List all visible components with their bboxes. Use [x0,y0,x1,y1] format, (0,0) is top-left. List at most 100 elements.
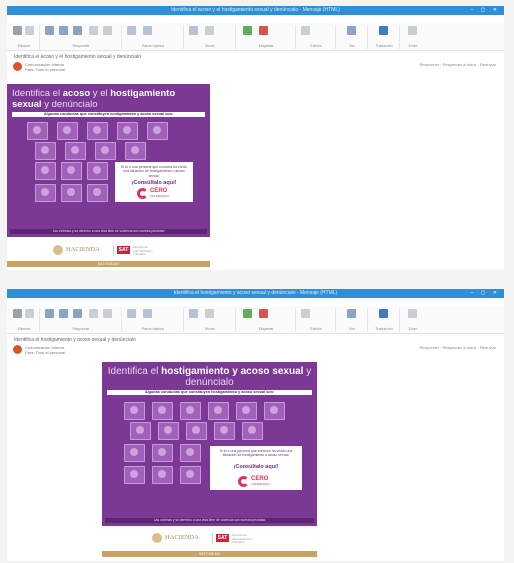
poster-subtitle: Algunas conductas que constituyen hostig… [12,112,205,117]
ribbon-label: Traducción [375,44,393,48]
ribbon-group-translate[interactable]: Traducción [369,308,400,332]
conduct-tile [208,402,229,420]
logos-strip: HACIENDA SAT Servicio de Administración … [53,244,171,257]
logos-strip: HACIENDA SAT Servicio de Administración … [152,532,270,545]
poster-footer: Las víctimas y su derecho a una vida lib… [10,229,207,234]
ribbon-group-quicksteps[interactable]: Pasos rápidos [123,25,184,49]
conduct-tile [264,402,285,420]
header-actions[interactable]: Responder · Responder a todos · Reenviar [420,345,497,350]
zoom-icon[interactable] [408,309,417,318]
move-icon[interactable] [189,309,198,318]
find-icon[interactable] [301,309,310,318]
email-subject: Identifica el acoso y el hostigamiento s… [14,54,142,60]
ribbon-label: Mover [205,327,215,331]
recipient-line: Para: Todo el personal [25,67,65,72]
translate-icon[interactable] [379,26,388,35]
conduct-tile [147,122,168,140]
ribbon-group-tags[interactable]: Etiquetas [237,25,296,49]
hacienda-emblem-icon [53,245,63,255]
find-icon[interactable] [301,26,310,35]
quickstep-icon[interactable] [143,26,152,35]
delete-icon[interactable] [13,309,22,318]
divider [212,533,213,544]
delete-icon[interactable] [13,26,22,35]
window-controls[interactable]: – ▢ ✕ [471,6,500,15]
categorize-icon[interactable] [243,309,252,318]
archive-icon[interactable] [25,26,34,35]
conduct-tile [152,466,173,484]
ribbon-group-voice[interactable]: Voz [337,308,368,332]
conduct-tile [124,402,145,420]
consult-link[interactable]: ¡Consúltalo aquí! [210,464,302,470]
conduct-tile [125,142,146,160]
ribbon-group-tags[interactable]: Etiquetas [237,308,296,332]
recipient-line: Para: Todo el personal [25,350,65,355]
hacienda-logo: HACIENDA [165,534,199,541]
callout-text: Si tú o una persona que conoces ha vivid… [219,449,293,458]
email-subject: Identifica el hostigamiento y acoso sexu… [14,337,136,343]
reply-icon[interactable] [45,309,54,318]
window-controls[interactable]: – ▢ ✕ [471,289,500,298]
ribbon-group-zoom[interactable]: Zoom [401,25,425,49]
cero-tolerancia-logo: CERO TOLERANCIA [137,188,171,200]
reply-all-icon[interactable] [59,309,68,318]
ribbon-label: Pasos rápidos [141,44,165,48]
ribbon-group-voice[interactable]: Voz [337,25,368,49]
ribbon-label: Responder [72,44,90,48]
quickstep-icon[interactable] [127,26,136,35]
ribbon-group-translate[interactable]: Traducción [369,25,400,49]
conduct-tile [95,142,116,160]
meeting-icon[interactable] [89,309,98,318]
ribbon-label: Pasos rápidos [141,327,165,331]
read-aloud-icon[interactable] [347,309,356,318]
sender-block: Comunicación Interna Para: Todo el perso… [25,62,65,72]
meeting-icon[interactable] [89,26,98,35]
ribbon-group-respond[interactable]: Responder [41,308,122,332]
ribbon-label: Zoom [408,44,418,48]
reply-icon[interactable] [45,26,54,35]
zoom-icon[interactable] [408,26,417,35]
quickstep-icon[interactable] [143,309,152,318]
sat-subtitle: Servicio de Administración Tributaria [232,533,252,544]
hacienda-emblem-icon [152,533,162,543]
translate-icon[interactable] [379,309,388,318]
sat-logo: SAT [216,534,229,542]
ribbon-group-delete[interactable]: Eliminar [9,25,40,49]
forward-icon[interactable] [73,26,82,35]
archive-icon[interactable] [25,309,34,318]
header-actions[interactable]: Responder · Responder a todos · Reenviar [420,62,497,67]
reply-all-icon[interactable] [59,26,68,35]
ribbon-group-edit[interactable]: Edición [297,308,336,332]
conduct-tile [180,466,201,484]
ribbon-label: Etiquetas [258,327,274,331]
consult-link[interactable]: ¡Consúltalo aquí! [115,180,193,186]
ribbon-group-respond[interactable]: Responder [41,25,122,49]
rules-icon[interactable] [205,309,214,318]
conduct-tile [186,422,207,440]
sat-subtitle: Servicio de Administración Tributaria [133,245,153,256]
ribbon-group-move[interactable]: Mover [185,25,236,49]
ribbon-group-move[interactable]: Mover [185,308,236,332]
forward-icon[interactable] [73,309,82,318]
ribbon-label: Edición [310,327,322,331]
flag-icon[interactable] [259,309,268,318]
quickstep-icon[interactable] [127,309,136,318]
ribbon-group-delete[interactable]: Eliminar [9,308,40,332]
conduct-tile [61,162,82,180]
ribbon-group-zoom[interactable]: Zoom [401,308,425,332]
poster-title: Identifica el acoso y el hostigamiento s… [12,88,176,110]
poster-title: Identifica el hostigamiento y acoso sexu… [107,366,312,388]
categorize-icon[interactable] [243,26,252,35]
move-icon[interactable] [189,26,198,35]
flag-icon[interactable] [259,26,268,35]
rules-icon[interactable] [205,26,214,35]
ribbon-group-edit[interactable]: Edición [297,25,336,49]
avatar [13,345,22,354]
read-aloud-icon[interactable] [347,26,356,35]
more-respond-icon[interactable] [103,309,112,318]
more-respond-icon[interactable] [103,26,112,35]
cero-swirl-icon [238,476,249,487]
conduct-tile [35,142,56,160]
ribbon-group-quicksteps[interactable]: Pasos rápidos [123,308,184,332]
sat-logo: SAT [117,246,130,254]
